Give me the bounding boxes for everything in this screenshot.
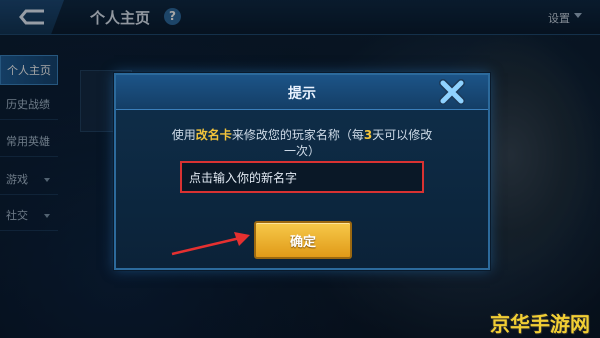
new-name-input[interactable]: 点击输入你的新名字 <box>180 161 424 193</box>
dialog-title: 提示 <box>288 86 316 102</box>
rename-card-highlight: 改名卡 <box>195 128 232 142</box>
close-x-icon <box>439 79 465 105</box>
message-text: 使用 <box>171 128 196 142</box>
watermark: 京华手游网 <box>490 312 590 336</box>
input-placeholder: 点击输入你的新名字 <box>189 171 298 185</box>
confirm-label: 确定 <box>289 235 316 250</box>
dialog-message: 使用改名卡来修改您的玩家名称（每3天可以修改一次） <box>166 127 438 159</box>
close-button[interactable] <box>437 79 467 105</box>
days-highlight: 3 <box>363 128 373 142</box>
pointer-arrow-icon <box>171 232 250 256</box>
message-text: 来修改您的玩家名称（每 <box>231 128 364 142</box>
dialog-header: 提示 <box>116 75 488 110</box>
confirm-button[interactable]: 确定 <box>254 221 352 259</box>
